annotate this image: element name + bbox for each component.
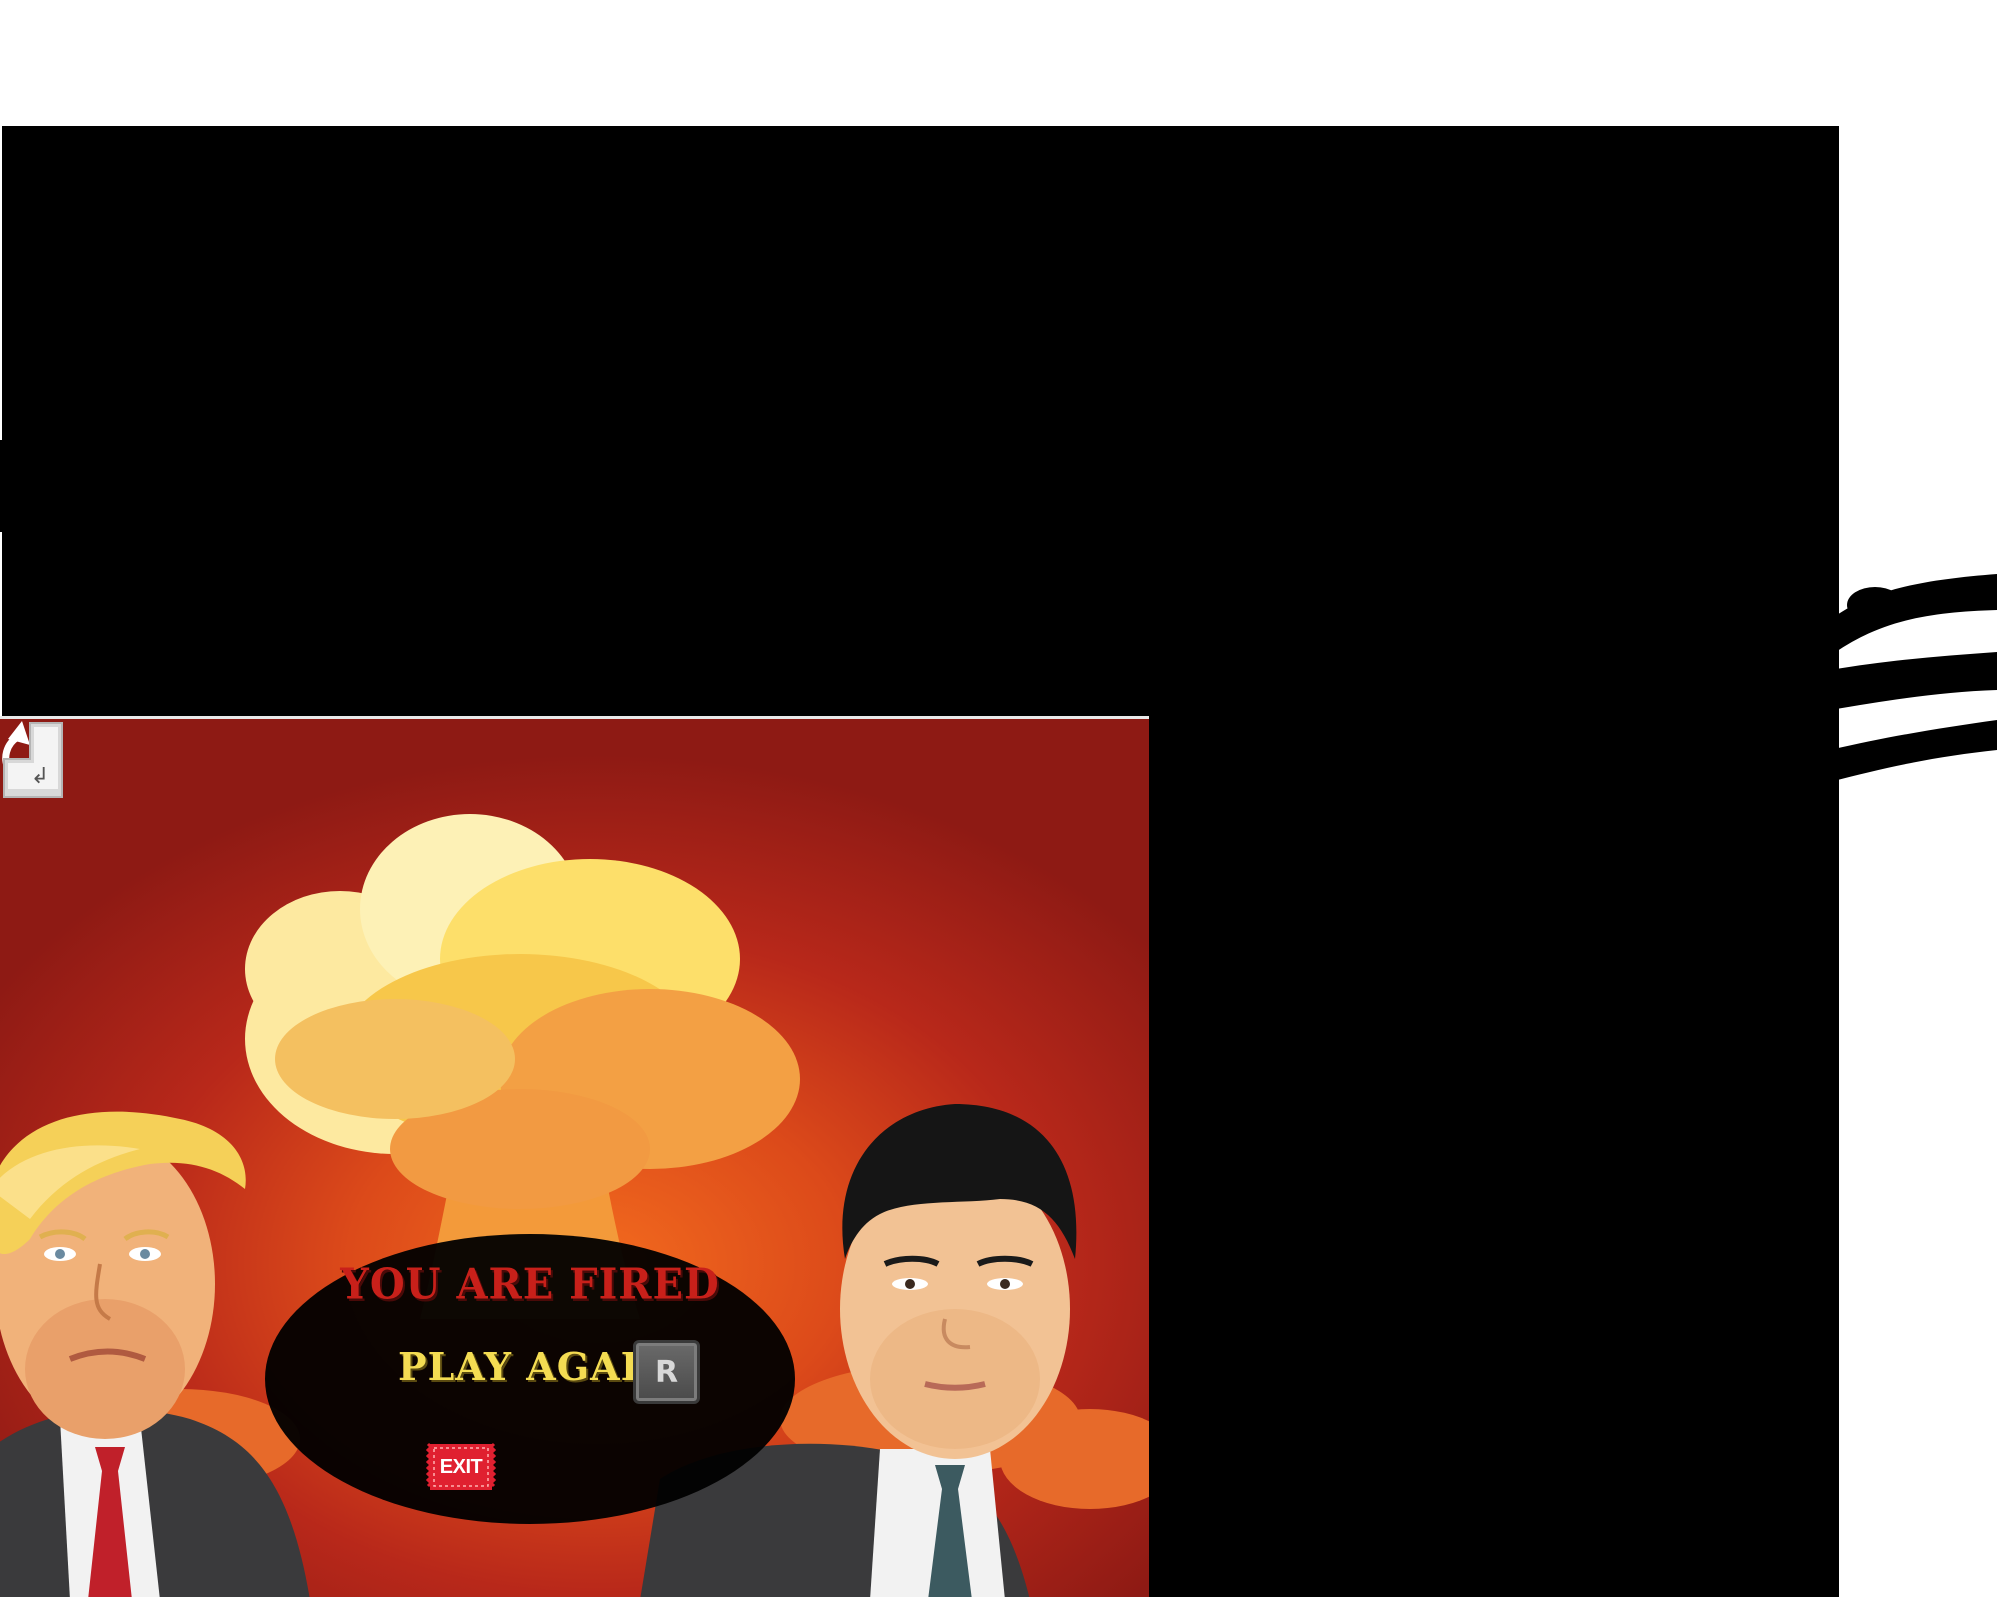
exit-button[interactable]: EXIT xyxy=(426,1440,496,1494)
game-viewport: YOU ARE FIRED PLAY AGAIN R EXIT ↲ xyxy=(0,0,1997,1597)
enter-key-icon[interactable]: ↲ xyxy=(0,719,66,801)
exit-label: EXIT xyxy=(439,1455,483,1478)
game-over-panel: YOU ARE FIRED PLAY AGAIN R EXIT ↲ xyxy=(0,719,1149,1597)
keyboard-key-icon: R xyxy=(633,1340,700,1404)
black-overlay-top xyxy=(2,126,1839,716)
black-overlay-left-notch xyxy=(0,440,4,532)
game-over-scene: YOU ARE FIRED PLAY AGAIN R EXIT ↲ xyxy=(0,716,1149,1597)
black-overlay-right xyxy=(1149,700,1839,1597)
enter-key-symbol: ↲ xyxy=(31,764,49,789)
game-over-title: YOU ARE FIRED xyxy=(340,1259,720,1310)
black-streaks xyxy=(1830,574,1997,782)
